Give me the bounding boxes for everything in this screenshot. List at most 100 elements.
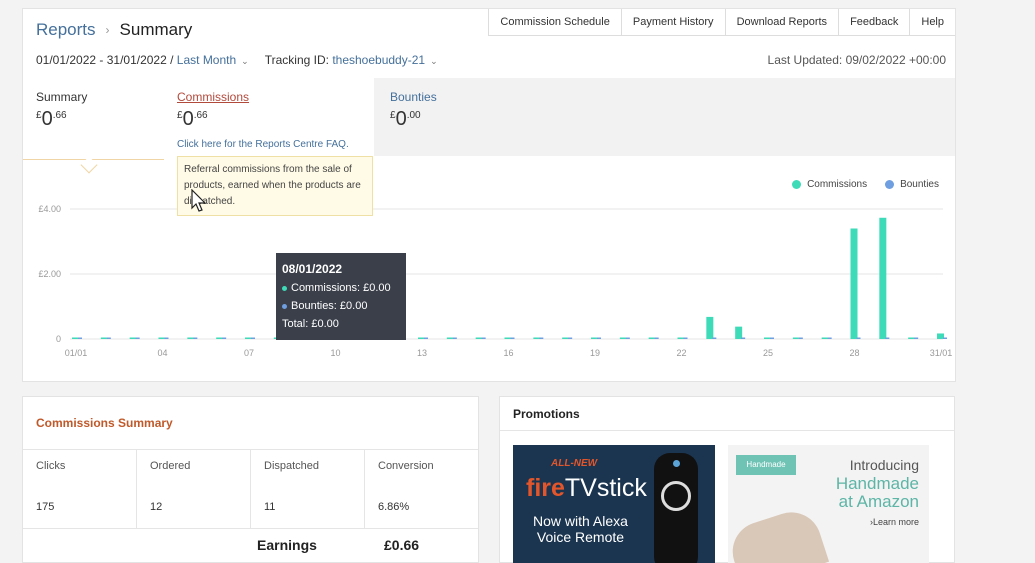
feedback-button[interactable]: Feedback [838,9,910,36]
commissions-bar [879,217,887,339]
x-tick-label: 22 [676,348,686,358]
amount-decimal: .66 [52,110,67,121]
x-tick-label: 13 [417,348,427,358]
commissions-bar [792,337,800,339]
breadcrumb-reports-link[interactable]: Reports [36,20,96,40]
commissions-bar [418,337,425,339]
x-tick-label: 28 [849,348,859,358]
commissions-summary-card: Commissions Summary Clicks 175 Ordered 1… [22,396,479,563]
page-title: Summary [119,20,193,39]
summary-value: 11 [264,501,276,513]
tab-summary[interactable]: Summary £0.66 [23,78,164,174]
active-tab-caret [80,156,98,174]
bounties-bar [510,337,515,339]
commissions-bar [591,337,598,339]
tooltip-bounties-text: Bounties: £0.00 [291,300,368,312]
legend-dot [792,180,802,189]
summary-head: Dispatched [264,460,320,472]
x-tick-label: 16 [503,348,513,358]
commissions-summary-title: Commissions Summary [36,416,173,430]
reports-faq-link[interactable]: Click here for the Reports Centre FAQ. [177,139,361,150]
tab-bounties[interactable]: Bounties £0.00 [377,78,577,156]
banner-fire-word: fire [526,474,565,502]
handmade-at-amazon-banner[interactable]: Handmade Introducing Handmade at Amazon ›… [728,445,929,563]
summary-head: Conversion [378,460,434,472]
earnings-label: Earnings [257,537,317,553]
bounties-bar [770,337,774,339]
y-tick-label: 0 [56,334,61,344]
remote-control-image [654,453,698,563]
commissions-bar [129,337,137,339]
earnings-chart: 0 £2.00 £4.00 01/01 04 07 10 13 16 19 22 25 28 31/01 [38,204,953,358]
commissions-bar [187,337,195,339]
bounties-bar [452,337,457,339]
commissions-bar [648,337,656,339]
help-button[interactable]: Help [909,9,955,36]
amount-decimal: .66 [193,110,208,121]
bounties-bar [106,337,111,339]
tooltip-commissions-text: Commissions: £0.00 [291,282,391,294]
banner-all-new: ALL-NEW [551,458,598,469]
learn-more-link[interactable]: ›Learn more [870,517,919,527]
banner-fire-tv-title: fireTVstick [526,474,647,503]
bounties-bar [885,337,890,339]
tooltip-commissions: Commissions: £0.00 [282,279,400,297]
tab-bounties-label[interactable]: Bounties [390,90,564,104]
bounties-bar [164,337,169,339]
banner-alexa-line1: Now with Alexa [533,513,628,529]
handmade-craft-image [728,504,830,563]
x-tick-label: 10 [330,348,340,358]
bounties-amount: £0.00 [390,108,564,131]
tab-summary-label: Summary [36,90,88,104]
handmade-title-line1: Handmade [835,474,919,493]
bounties-bar [712,337,717,339]
summary-col-conversion: Conversion 6.86% [365,450,478,528]
tab-commissions[interactable]: Commissions £0.66 Click here for the Rep… [164,78,374,156]
commission-schedule-button[interactable]: Commission Schedule [488,9,621,36]
bounties-bar [654,337,659,339]
tracking-id-label: Tracking ID: [264,53,329,67]
tab-commissions-label[interactable]: Commissions [177,90,361,104]
commissions-bar [216,337,224,339]
tracking-id-dropdown[interactable]: theshoebuddy-21 ⌄ [332,53,437,67]
chevron-down-icon: ⌄ [430,56,438,66]
banner-alexa-line2: Voice Remote [536,529,625,545]
payment-history-button[interactable]: Payment History [620,9,725,36]
banner-tvstick-word: TVstick [564,474,647,502]
y-tick-label: £2.00 [38,269,61,279]
commissions-bar [100,337,108,339]
amount-decimal: .00 [406,110,421,121]
promotions-card: Promotions ALL-NEW fireTVstick Now with … [499,396,955,563]
bounties-bar [597,337,601,339]
bounties-bar [914,337,919,339]
banner-alexa-text: Now with Alexa Voice Remote [533,513,628,545]
commissions-bar [850,228,858,339]
bounties-bar [625,337,630,339]
amount-whole: 0 [182,108,194,130]
handmade-intro: Introducing [849,457,919,473]
commissions-bar [533,337,541,339]
commissions-bar [937,333,944,339]
bounties-bar [827,337,832,339]
period-dropdown[interactable]: Last Month ⌄ [177,53,249,67]
commissions-summary-table: Clicks 175 Ordered 12 Dispatched 11 Conv… [23,449,478,529]
summary-value: 6.86% [378,501,410,513]
bounties-bar [251,337,255,339]
currency-symbol: £ [36,110,42,121]
promotions-title: Promotions [513,407,580,421]
last-updated: Last Updated: 09/02/2022 +00:00 [767,53,946,67]
breadcrumb-separator: › [105,23,110,37]
fire-tv-stick-banner[interactable]: ALL-NEW fireTVstick Now with Alexa Voice … [513,445,715,563]
earnings-value: £0.66 [384,537,420,553]
commissions-bar [158,337,166,339]
commissions-bar [72,337,79,339]
summary-col-ordered: Ordered 12 [137,450,251,528]
bounties-bar [798,337,803,339]
bounties-bar [222,337,227,339]
bullet-icon [282,285,287,291]
bullet-icon [282,303,287,309]
bounties-bar [741,337,746,339]
x-tick-label: 31/01 [930,348,953,358]
tooltip-date: 08/01/2022 [282,262,343,276]
download-reports-button[interactable]: Download Reports [724,9,839,36]
